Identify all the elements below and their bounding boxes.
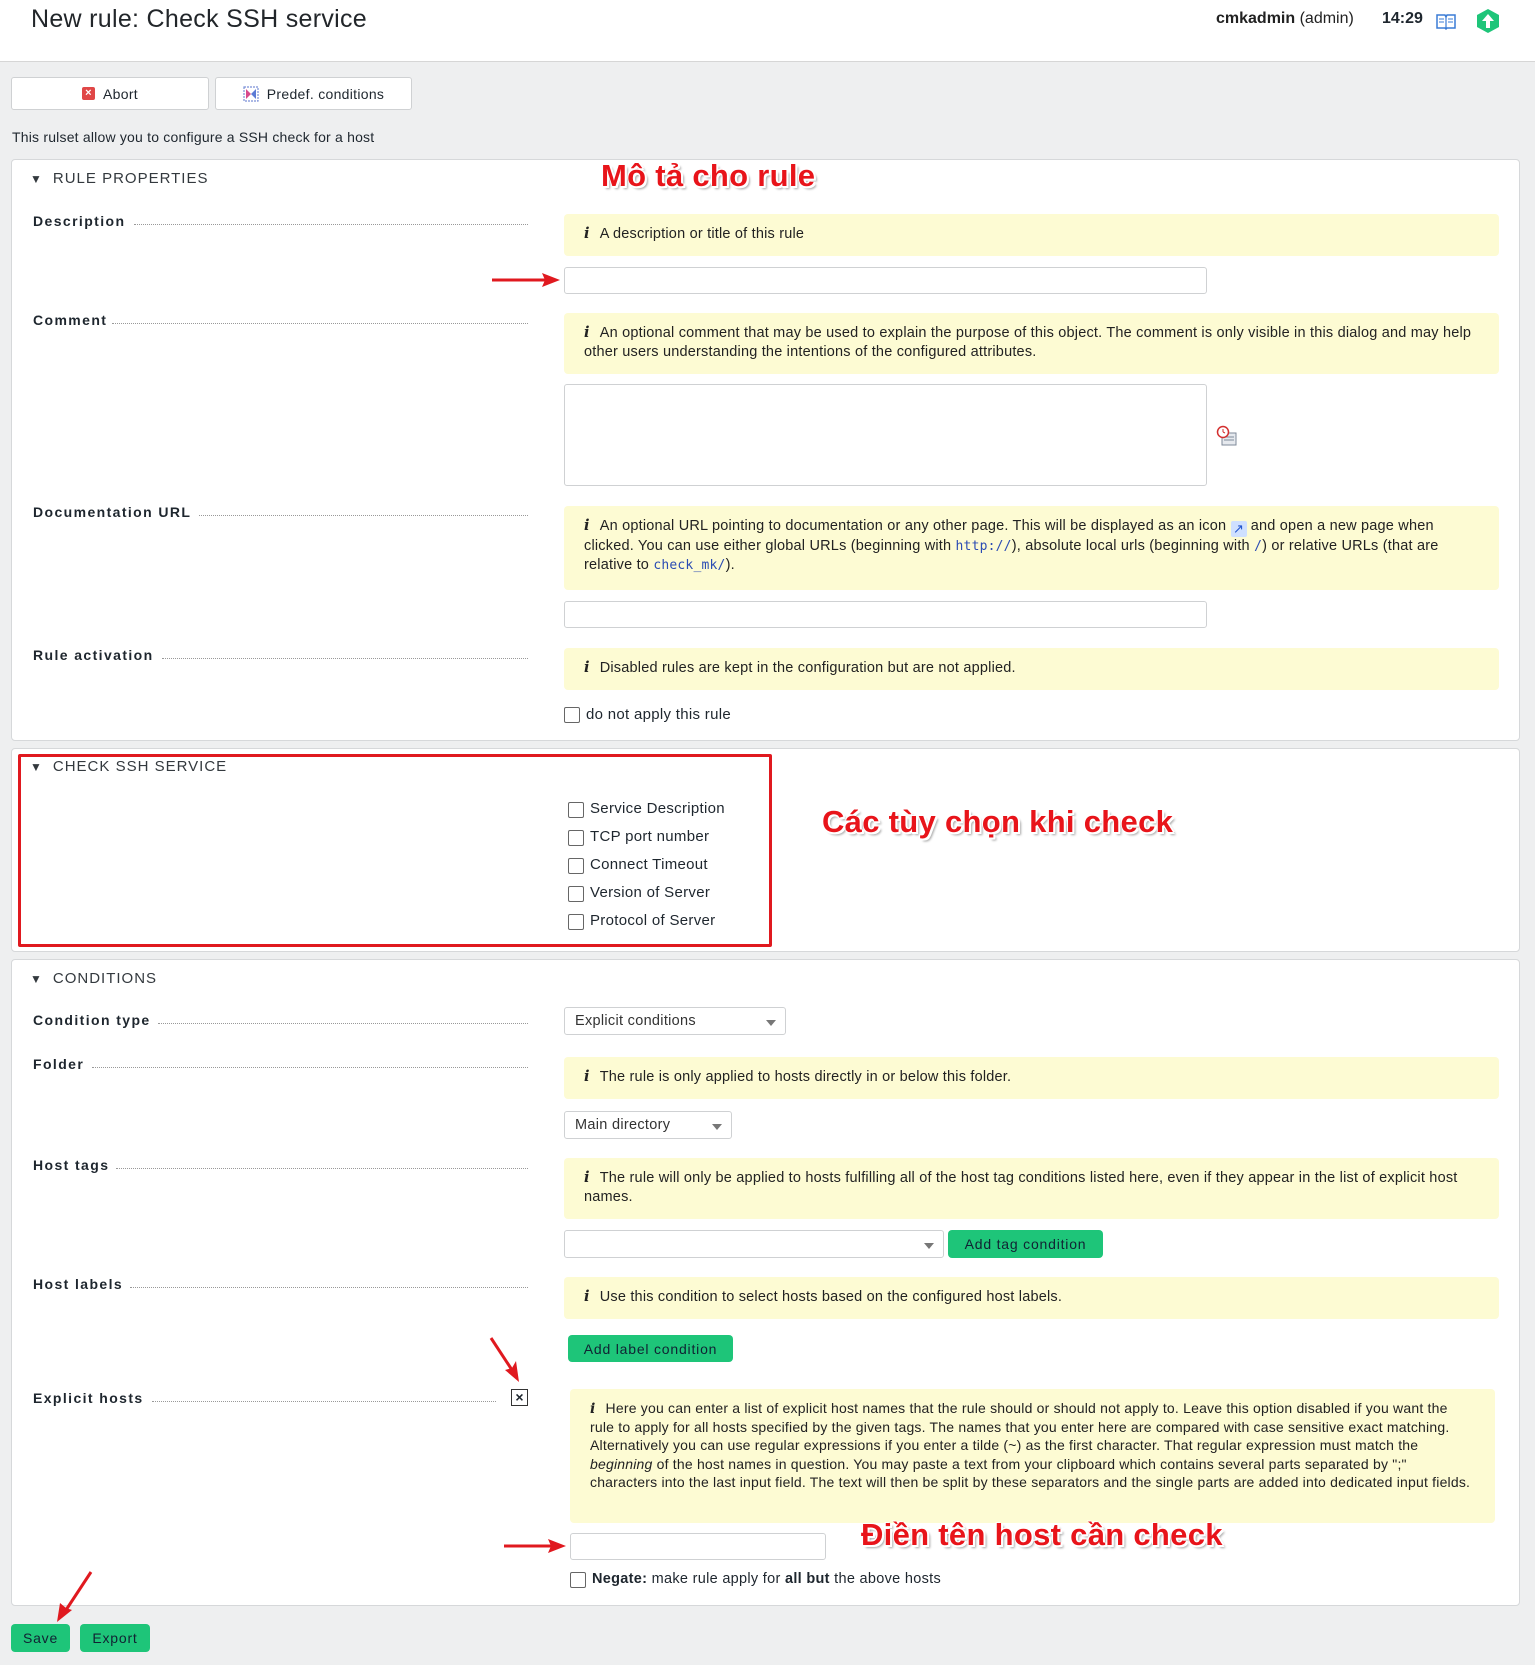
explicit-hosts-label: Explicit hosts bbox=[33, 1390, 144, 1406]
export-button[interactable]: Export bbox=[80, 1624, 150, 1652]
info-icon: i bbox=[584, 1288, 590, 1305]
top-bar: New rule: Check SSH service cmkadmin (ad… bbox=[0, 0, 1535, 62]
comment-textarea[interactable] bbox=[564, 384, 1207, 486]
red-arrow-icon bbox=[489, 1337, 519, 1382]
chevron-down-icon bbox=[766, 1020, 776, 1026]
explicit-hosts-checkbox[interactable]: × bbox=[511, 1389, 528, 1406]
host-labels-label: Host labels bbox=[33, 1276, 124, 1292]
dotted-leader bbox=[92, 1067, 528, 1068]
intro-text: This rulset allow you to configure a SSH… bbox=[12, 129, 375, 145]
external-link-icon: ↗ bbox=[1230, 521, 1247, 537]
info-icon: i bbox=[584, 517, 590, 534]
dotted-leader bbox=[116, 1168, 528, 1169]
info-icon: i bbox=[584, 659, 590, 676]
documentation-url-input[interactable] bbox=[564, 601, 1207, 628]
predef-conditions-button[interactable]: Predef. conditions bbox=[215, 77, 412, 110]
add-label-condition-button[interactable]: Add label condition bbox=[568, 1335, 733, 1362]
collapse-triangle-icon: ▼ bbox=[30, 172, 43, 186]
host-labels-help: i Use this condition to select hosts base… bbox=[564, 1277, 1499, 1319]
clock: 14:29 bbox=[1382, 10, 1423, 27]
description-input[interactable] bbox=[564, 267, 1207, 294]
dotted-leader bbox=[199, 515, 528, 516]
description-label: Description bbox=[33, 213, 126, 229]
add-tag-condition-button[interactable]: Add tag condition bbox=[948, 1230, 1103, 1258]
explicit-hosts-help: i Here you can enter a list of explicit h… bbox=[570, 1389, 1495, 1523]
abort-button[interactable]: × Abort bbox=[11, 77, 209, 110]
do-not-apply-label[interactable]: do not apply this rule bbox=[586, 706, 731, 723]
comment-timestamp-icon[interactable] bbox=[1216, 425, 1238, 447]
red-arrow-icon bbox=[57, 1571, 93, 1622]
rule-activation-label: Rule activation bbox=[33, 647, 154, 663]
negate-label[interactable]: Negate: make rule apply for all but the … bbox=[592, 1571, 941, 1587]
annotation-host-fill: Điền tên host cần check bbox=[861, 1517, 1223, 1552]
dotted-leader bbox=[152, 1401, 496, 1402]
user-role: (admin) bbox=[1299, 10, 1354, 27]
red-arrow-icon bbox=[504, 1539, 566, 1553]
do-not-apply-checkbox[interactable] bbox=[564, 707, 580, 723]
page-title: New rule: Check SSH service bbox=[31, 5, 367, 33]
folder-label: Folder bbox=[33, 1056, 85, 1072]
rule-properties-header[interactable]: ▼ RULE PROPERTIES bbox=[30, 170, 209, 187]
rule-activation-help: i Disabled rules are kept in the configur… bbox=[564, 648, 1499, 690]
save-button[interactable]: Save bbox=[11, 1624, 70, 1652]
info-icon: i bbox=[584, 225, 590, 242]
user-info[interactable]: cmkadmin (admin) bbox=[1216, 10, 1354, 28]
book-icon[interactable] bbox=[1436, 12, 1456, 30]
chevron-down-icon bbox=[924, 1243, 934, 1249]
documentation-url-help: i An optional URL pointing to documentati… bbox=[564, 506, 1499, 590]
info-icon: i bbox=[584, 1169, 590, 1186]
user-name: cmkadmin bbox=[1216, 10, 1296, 27]
red-arrow-icon bbox=[492, 273, 560, 287]
comment-label: Comment bbox=[33, 312, 108, 328]
annotation-check-options: Các tùy chọn khi check bbox=[822, 804, 1174, 839]
info-icon: i bbox=[590, 1401, 596, 1417]
dotted-leader bbox=[130, 1287, 528, 1288]
collapse-triangle-icon: ▼ bbox=[30, 972, 43, 986]
predef-conditions-icon bbox=[243, 85, 259, 102]
folder-select[interactable]: Main directory bbox=[564, 1111, 732, 1139]
negate-checkbox[interactable] bbox=[570, 1572, 586, 1588]
explicit-host-input[interactable] bbox=[570, 1533, 826, 1560]
documentation-url-label: Documentation URL bbox=[33, 504, 192, 520]
dotted-leader bbox=[134, 224, 528, 225]
host-tags-help: i The rule will only be applied to hosts … bbox=[564, 1158, 1499, 1219]
dotted-leader bbox=[158, 1023, 528, 1024]
info-icon: i bbox=[584, 324, 590, 341]
condition-type-label: Condition type bbox=[33, 1012, 151, 1028]
host-tags-label: Host tags bbox=[33, 1157, 110, 1173]
conditions-header[interactable]: ▼ CONDITIONS bbox=[30, 970, 157, 987]
annotation-rule-description: Mô tả cho rule bbox=[601, 158, 816, 193]
update-icon[interactable] bbox=[1475, 8, 1501, 34]
comment-help: i An optional comment that may be used to… bbox=[564, 313, 1499, 374]
folder-help: i The rule is only applied to hosts direc… bbox=[564, 1057, 1499, 1099]
chevron-down-icon bbox=[712, 1124, 722, 1130]
dotted-leader bbox=[162, 658, 528, 659]
description-help: iA description or title of this rule bbox=[564, 214, 1499, 256]
abort-icon: × bbox=[82, 87, 96, 100]
info-icon: i bbox=[584, 1068, 590, 1085]
host-tags-select[interactable] bbox=[564, 1230, 944, 1258]
highlight-box bbox=[18, 754, 772, 947]
dotted-leader bbox=[112, 323, 528, 324]
condition-type-select[interactable]: Explicit conditions bbox=[564, 1007, 786, 1035]
